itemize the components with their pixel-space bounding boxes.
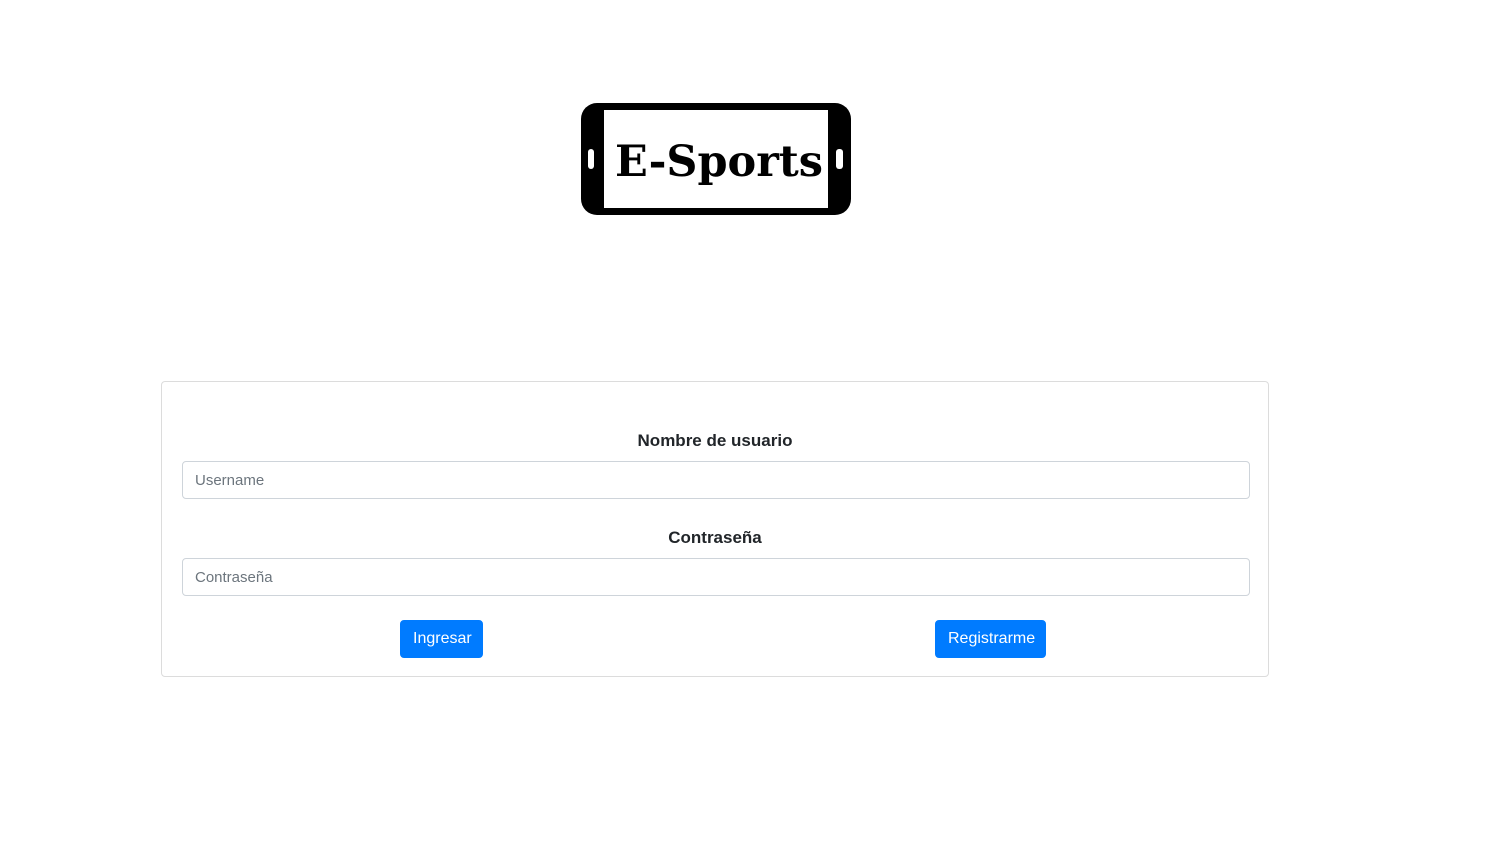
phone-logo-icon: E-Sports bbox=[581, 103, 851, 215]
login-button[interactable]: Ingresar bbox=[400, 620, 483, 658]
password-label: Contraseña bbox=[668, 528, 762, 547]
esports-logo: E-Sports bbox=[580, 102, 852, 216]
login-card: Nombre de usuario Contraseña Ingresar Re… bbox=[161, 381, 1269, 677]
logo-text: E-Sports bbox=[615, 137, 823, 187]
password-input[interactable] bbox=[182, 558, 1250, 596]
username-input[interactable] bbox=[182, 461, 1250, 499]
register-button[interactable]: Registrarme bbox=[935, 620, 1046, 658]
username-label: Nombre de usuario bbox=[637, 431, 793, 450]
